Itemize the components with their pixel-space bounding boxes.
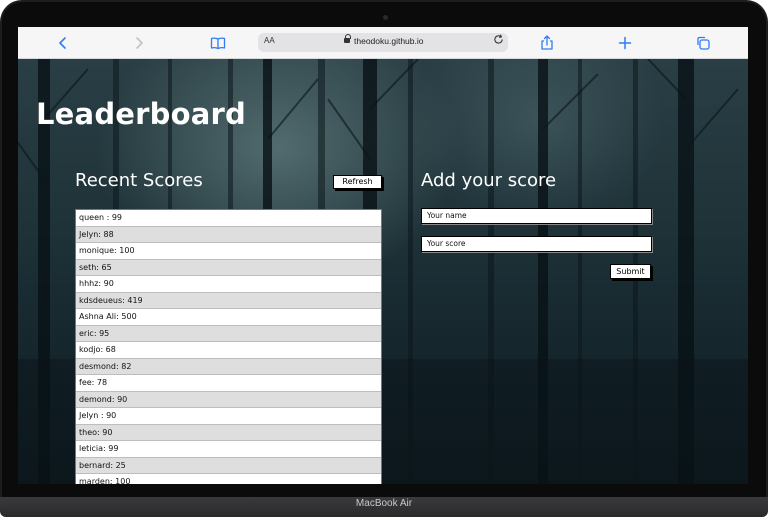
leaderboard-page: Leaderboard Recent Scores Refresh queen … xyxy=(18,59,748,484)
browser-toolbar: AA theodoku.github.io xyxy=(18,27,748,59)
reload-icon[interactable] xyxy=(493,34,504,48)
forward-icon[interactable] xyxy=(130,34,148,52)
tabs-icon[interactable] xyxy=(694,34,712,52)
refresh-button[interactable]: Refresh xyxy=(333,175,382,189)
recent-scores-title: Recent Scores xyxy=(75,170,203,191)
score-row: hhhz: 90 xyxy=(76,276,381,293)
score-row: demond: 90 xyxy=(76,391,381,408)
laptop-base: MacBook Air xyxy=(0,497,768,517)
address-bar[interactable]: AA theodoku.github.io xyxy=(258,33,508,52)
bookmarks-icon[interactable] xyxy=(209,34,227,52)
text-size-button[interactable]: AA xyxy=(264,36,275,45)
score-row: desmond: 82 xyxy=(76,358,381,375)
name-input[interactable]: Your name xyxy=(421,208,652,224)
score-row: Jelyn: 88 xyxy=(76,226,381,243)
url-text: theodoku.github.io xyxy=(354,36,424,46)
score-row: theo: 90 xyxy=(76,424,381,441)
screen: AA theodoku.github.io Leaderboard Recent… xyxy=(18,27,748,484)
page-title: Leaderboard xyxy=(36,97,246,131)
score-row: kdsdeueus: 419 xyxy=(76,292,381,309)
score-row: fee: 78 xyxy=(76,375,381,392)
score-input[interactable]: Your score xyxy=(421,236,652,252)
submit-button[interactable]: Submit xyxy=(610,264,651,279)
score-row: monique: 100 xyxy=(76,243,381,260)
add-score-title: Add your score xyxy=(421,170,557,191)
score-row: eric: 95 xyxy=(76,325,381,342)
score-row: leticia: 99 xyxy=(76,441,381,458)
back-icon[interactable] xyxy=(54,34,72,52)
score-row: Ashna Ali: 500 xyxy=(76,309,381,326)
score-row: Jelyn : 90 xyxy=(76,408,381,425)
device-label: MacBook Air xyxy=(355,498,413,509)
score-row: queen : 99 xyxy=(76,210,381,227)
new-tab-icon[interactable] xyxy=(616,34,634,52)
score-row: seth: 65 xyxy=(76,259,381,276)
score-row: kodjo: 68 xyxy=(76,342,381,359)
score-list[interactable]: queen : 99 Jelyn: 88 monique: 100 seth: 65 h… xyxy=(75,209,382,484)
laptop-frame: AA theodoku.github.io Leaderboard Recent… xyxy=(0,0,768,517)
score-row: bernard: 25 xyxy=(76,457,381,474)
lock-icon xyxy=(344,34,351,44)
share-icon[interactable] xyxy=(538,34,556,52)
score-row: marden: 100 xyxy=(76,474,381,484)
camera-icon xyxy=(383,15,388,20)
